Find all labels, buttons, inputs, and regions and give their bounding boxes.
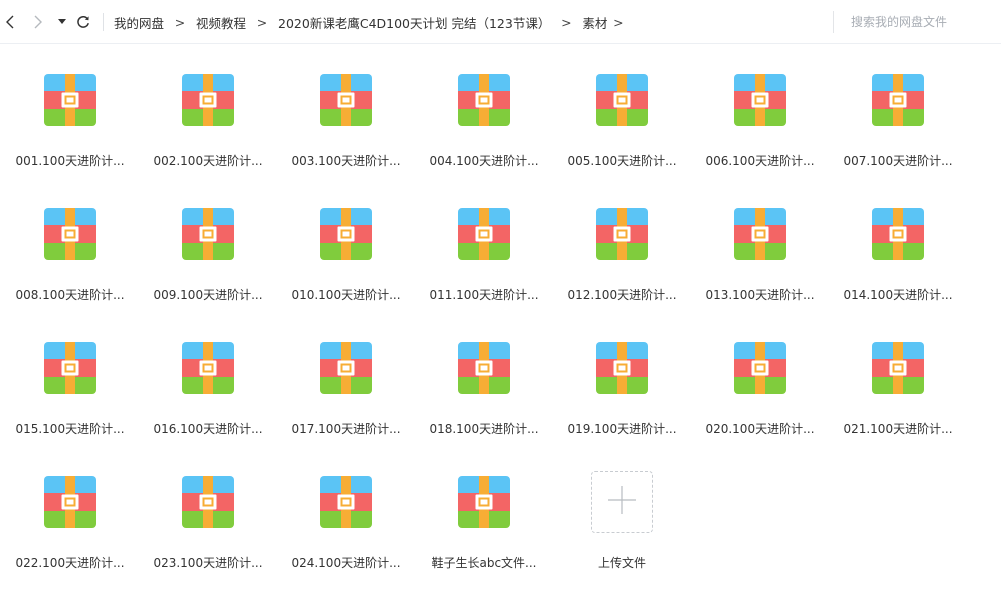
archive-icon [872,74,924,126]
file-item[interactable]: 022.100天进阶计... [1,450,139,570]
file-name: 006.100天进阶计... [705,154,815,168]
archive-icon [872,342,924,394]
file-item[interactable]: 024.100天进阶计... [277,450,415,570]
archive-icon [44,74,96,126]
upload-file-button[interactable]: 上传文件 [553,450,691,570]
file-item[interactable]: 018.100天进阶计... [415,316,553,436]
file-name: 002.100天进阶计... [153,154,263,168]
file-item[interactable]: 014.100天进阶计... [829,182,967,302]
archive-icon [320,476,372,528]
archive-icon [458,476,510,528]
file-name: 020.100天进阶计... [705,422,815,436]
file-name: 012.100天进阶计... [567,288,677,302]
file-item[interactable]: 015.100天进阶计... [1,316,139,436]
file-item[interactable]: 023.100天进阶计... [139,450,277,570]
file-item[interactable]: 012.100天进阶计... [553,182,691,302]
archive-icon [734,208,786,260]
archive-icon [458,342,510,394]
archive-icon [320,74,372,126]
file-name: 021.100天进阶计... [843,422,953,436]
archive-icon [44,208,96,260]
archive-icon [182,208,234,260]
file-item[interactable]: 003.100天进阶计... [277,48,415,168]
file-item[interactable]: 011.100天进阶计... [415,182,553,302]
plus-icon [607,485,637,519]
archive-icon [458,208,510,260]
file-name: 019.100天进阶计... [567,422,677,436]
file-name: 004.100天进阶计... [429,154,539,168]
file-grid: 001.100天进阶计... 002.100天进阶计... 003.100天进阶… [0,0,1001,611]
file-name: 022.100天进阶计... [15,556,125,570]
file-item[interactable]: 019.100天进阶计... [553,316,691,436]
file-name: 003.100天进阶计... [291,154,401,168]
upload-label: 上传文件 [597,556,646,570]
archive-icon [734,342,786,394]
file-item[interactable]: 006.100天进阶计... [691,48,829,168]
file-item[interactable]: 001.100天进阶计... [1,48,139,168]
file-item[interactable]: 009.100天进阶计... [139,182,277,302]
file-name: 007.100天进阶计... [843,154,953,168]
archive-icon [596,74,648,126]
archive-icon [182,74,234,126]
file-item[interactable]: 007.100天进阶计... [829,48,967,168]
file-item[interactable]: 020.100天进阶计... [691,316,829,436]
file-name: 016.100天进阶计... [153,422,263,436]
file-name: 001.100天进阶计... [15,154,125,168]
file-name: 015.100天进阶计... [15,422,125,436]
file-name: 011.100天进阶计... [429,288,539,302]
file-name: 017.100天进阶计... [291,422,401,436]
file-name: 014.100天进阶计... [843,288,953,302]
archive-icon [320,342,372,394]
file-name: 005.100天进阶计... [567,154,677,168]
archive-icon [182,476,234,528]
archive-icon [458,74,510,126]
file-item[interactable]: 005.100天进阶计... [553,48,691,168]
upload-dropzone[interactable] [591,471,653,533]
file-item[interactable]: 017.100天进阶计... [277,316,415,436]
file-name: 024.100天进阶计... [291,556,401,570]
file-name: 008.100天进阶计... [15,288,125,302]
file-name: 009.100天进阶计... [153,288,263,302]
file-item[interactable]: 010.100天进阶计... [277,182,415,302]
archive-icon [320,208,372,260]
archive-icon [44,342,96,394]
file-item[interactable]: 013.100天进阶计... [691,182,829,302]
archive-icon [734,74,786,126]
file-name: 013.100天进阶计... [705,288,815,302]
file-name: 023.100天进阶计... [153,556,263,570]
file-item[interactable]: 004.100天进阶计... [415,48,553,168]
file-name: 鞋子生长abc文件... [431,556,537,570]
archive-icon [44,476,96,528]
file-item[interactable]: 002.100天进阶计... [139,48,277,168]
archive-icon [596,208,648,260]
archive-icon [182,342,234,394]
file-item[interactable]: 016.100天进阶计... [139,316,277,436]
file-name: 010.100天进阶计... [291,288,401,302]
archive-icon [596,342,648,394]
file-item[interactable]: 008.100天进阶计... [1,182,139,302]
file-name: 018.100天进阶计... [429,422,539,436]
archive-icon [872,208,924,260]
file-item[interactable]: 021.100天进阶计... [829,316,967,436]
file-item[interactable]: 鞋子生长abc文件... [415,450,553,570]
